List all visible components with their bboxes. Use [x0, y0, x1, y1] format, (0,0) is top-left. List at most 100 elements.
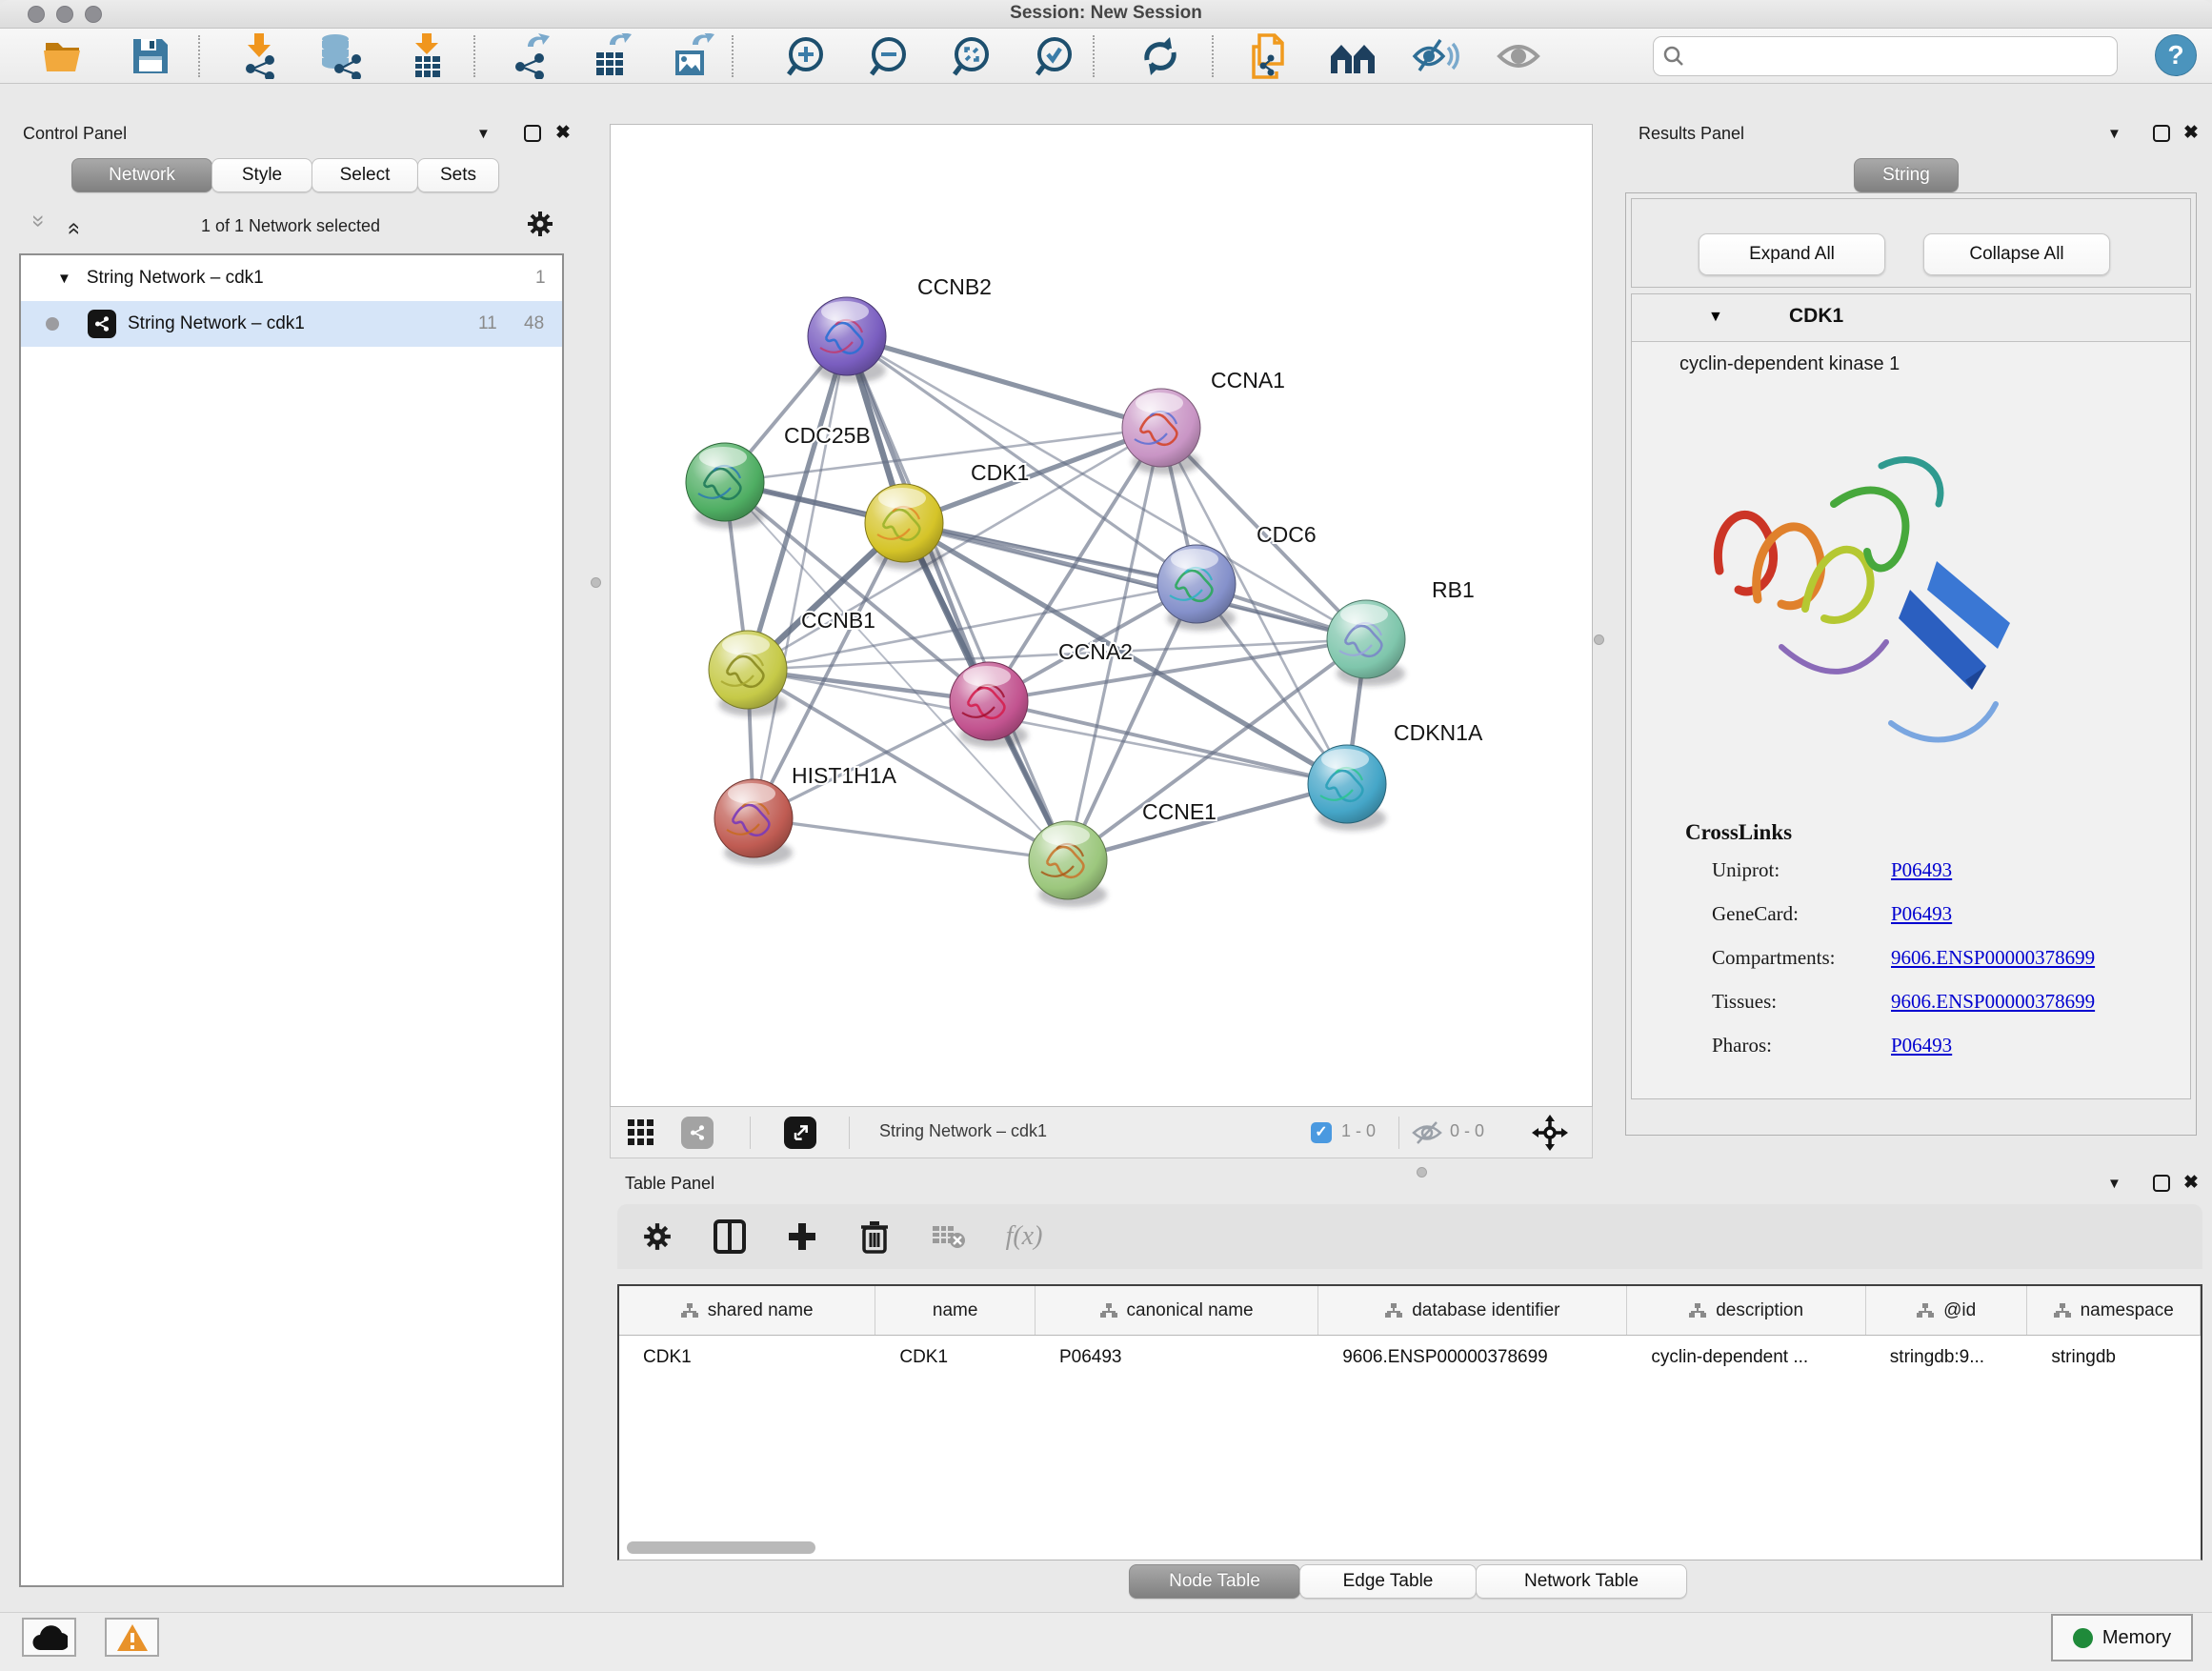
crosslink-link[interactable]: P06493 — [1891, 1034, 1952, 1057]
tab-sets[interactable]: Sets — [417, 158, 499, 192]
column-header-database-identifier[interactable]: database identifier — [1318, 1286, 1627, 1335]
fit-content-crosshair-icon[interactable] — [1532, 1115, 1568, 1156]
table-cell[interactable]: stringdb — [2027, 1336, 2201, 1379]
tab-network-table[interactable]: Network Table — [1476, 1564, 1687, 1599]
left-splitter-handle[interactable] — [591, 577, 601, 588]
cloud-status-button[interactable] — [22, 1618, 76, 1657]
column-header-@id[interactable]: @id — [1866, 1286, 2028, 1335]
network-edge-HIST1H1A-CCNE1[interactable] — [754, 818, 1068, 860]
table-panel-menu-caret-icon[interactable]: ▼ — [2107, 1176, 2122, 1192]
results-panel-float-icon[interactable] — [2153, 125, 2170, 142]
zoom-selected-button[interactable] — [1024, 32, 1083, 80]
results-panel-close-icon[interactable]: ✖ — [2183, 125, 2199, 142]
birdseye-grid-icon[interactable] — [628, 1119, 654, 1151]
warning-status-button[interactable] — [105, 1618, 159, 1657]
network-edge-CCNB2-RB1[interactable] — [847, 336, 1366, 639]
network-edge-CCNA1-CDK1[interactable] — [904, 428, 1161, 523]
control-panel-float-icon[interactable] — [524, 125, 541, 142]
column-header-description[interactable]: description — [1627, 1286, 1865, 1335]
function-builder-icon[interactable]: f(x) — [991, 1218, 1057, 1256]
network-edge-CCNB2-CCNA1[interactable] — [847, 336, 1161, 428]
network-row[interactable]: String Network – cdk1 11 48 — [21, 301, 562, 347]
table-cell[interactable]: CDK1 — [875, 1336, 1036, 1379]
first-neighbors-button[interactable] — [1323, 32, 1382, 80]
expand-all-button[interactable]: Expand All — [1699, 233, 1885, 275]
protein-section-header[interactable]: ▼ CDK1 — [1632, 294, 2190, 342]
open-in-window-icon[interactable] — [784, 1117, 816, 1149]
import-table-from-file-button[interactable] — [397, 32, 456, 80]
zoom-in-button[interactable] — [775, 32, 835, 80]
export-table-button[interactable] — [582, 32, 641, 80]
show-all-button[interactable] — [1489, 32, 1548, 80]
table-cell[interactable]: CDK1 — [619, 1336, 875, 1379]
right-splitter-handle[interactable] — [1594, 634, 1604, 645]
control-panel-close-icon[interactable]: ✖ — [555, 125, 571, 142]
save-session-button[interactable] — [121, 32, 180, 80]
memory-button[interactable]: Memory — [2051, 1614, 2193, 1661]
network-node-CDKN1A[interactable]: CDKN1A — [1308, 720, 1483, 831]
table-panel-float-icon[interactable] — [2153, 1175, 2170, 1192]
table-cell[interactable]: cyclin-dependent ... — [1627, 1336, 1865, 1379]
add-column-plus-icon[interactable] — [781, 1218, 823, 1256]
table-cell[interactable]: 9606.ENSP00000378699 — [1318, 1336, 1627, 1379]
column-header-canonical-name[interactable]: canonical name — [1036, 1286, 1318, 1335]
zoom-fit-button[interactable] — [941, 32, 1000, 80]
network-node-HIST1H1A[interactable]: HIST1H1A — [714, 763, 897, 865]
expand-all-tree-icon[interactable]: » — [26, 214, 52, 227]
column-header-shared-name[interactable]: shared name — [619, 1286, 875, 1335]
table-panel-close-icon[interactable]: ✖ — [2183, 1175, 2199, 1192]
export-image-icon — [672, 33, 715, 79]
crosslink-link[interactable]: P06493 — [1891, 858, 1952, 882]
collapse-all-tree-icon[interactable]: » — [60, 222, 87, 234]
help-button[interactable]: ? — [2155, 34, 2197, 76]
table-cell[interactable]: stringdb:9... — [1866, 1336, 2028, 1379]
hide-selection-button[interactable] — [1406, 32, 1465, 80]
network-overview-toggle-icon[interactable] — [681, 1117, 714, 1149]
show-columns-icon[interactable] — [709, 1218, 751, 1256]
table-cell[interactable]: P06493 — [1036, 1336, 1318, 1379]
delete-table-icon[interactable] — [928, 1218, 970, 1256]
results-panel-menu-caret-icon[interactable]: ▼ — [2107, 126, 2122, 142]
crosslink-link[interactable]: 9606.ENSP00000378699 — [1891, 990, 2095, 1014]
network-node-RB1[interactable]: RB1 — [1327, 577, 1475, 686]
network-graph[interactable]: CCNB2CCNA1CDC25BCDK1CDC6RB1CCNB1CCNA2CDK… — [611, 125, 1592, 1106]
network-collection-row[interactable]: ▼ String Network – cdk1 1 — [21, 255, 562, 301]
save-floppy-icon — [131, 37, 170, 75]
selected-items-checkbox[interactable]: ✓ — [1311, 1122, 1332, 1143]
tab-node-table[interactable]: Node Table — [1129, 1564, 1300, 1599]
table-settings-gear-icon[interactable] — [636, 1218, 678, 1256]
tab-edge-table[interactable]: Edge Table — [1299, 1564, 1477, 1599]
export-image-button[interactable] — [664, 32, 723, 80]
crosslink-link[interactable]: P06493 — [1891, 902, 1952, 926]
crosslink-link[interactable]: 9606.ENSP00000378699 — [1891, 946, 2095, 970]
network-node-CCNE1[interactable]: CCNE1 — [1029, 799, 1217, 907]
column-header-name[interactable]: name — [875, 1286, 1036, 1335]
delete-column-trash-icon[interactable] — [854, 1218, 895, 1256]
import-network-from-file-button[interactable] — [230, 32, 289, 80]
tab-network[interactable]: Network — [71, 158, 212, 192]
table-row[interactable]: CDK1CDK1P064939606.ENSP00000378699cyclin… — [619, 1336, 2201, 1379]
tab-style[interactable]: Style — [211, 158, 312, 192]
network-node-CCNA1[interactable]: CCNA1 — [1122, 368, 1285, 474]
new-network-from-selection-button[interactable] — [1240, 32, 1299, 80]
zoom-out-button[interactable] — [858, 32, 917, 80]
collapse-all-button[interactable]: Collapse All — [1923, 233, 2110, 275]
collection-expand-caret-icon[interactable]: ▼ — [57, 271, 71, 287]
hidden-items-eye-slash-icon[interactable] — [1412, 1120, 1442, 1150]
apply-layout-button[interactable] — [1131, 32, 1190, 80]
open-session-button[interactable] — [35, 32, 94, 80]
protein-collapse-caret-icon[interactable]: ▼ — [1708, 309, 1723, 326]
tab-string[interactable]: String — [1854, 158, 1959, 192]
import-network-from-database-button[interactable] — [312, 32, 371, 80]
network-view-canvas[interactable]: CCNB2CCNA1CDC25BCDK1CDC6RB1CCNB1CCNA2CDK… — [610, 124, 1593, 1107]
scrollbar-thumb[interactable] — [627, 1541, 815, 1554]
export-network-button[interactable] — [502, 32, 561, 80]
column-header-namespace[interactable]: namespace — [2027, 1286, 2201, 1335]
network-options-gear-icon[interactable] — [526, 210, 554, 243]
bottom-splitter-handle[interactable] — [1417, 1167, 1427, 1178]
toolbar-separator — [732, 35, 734, 77]
network-edge-CCNB2-HIST1H1A[interactable] — [754, 336, 847, 818]
search-input[interactable] — [1684, 46, 2117, 68]
tab-select[interactable]: Select — [312, 158, 418, 192]
control-panel-menu-caret-icon[interactable]: ▼ — [476, 126, 491, 142]
